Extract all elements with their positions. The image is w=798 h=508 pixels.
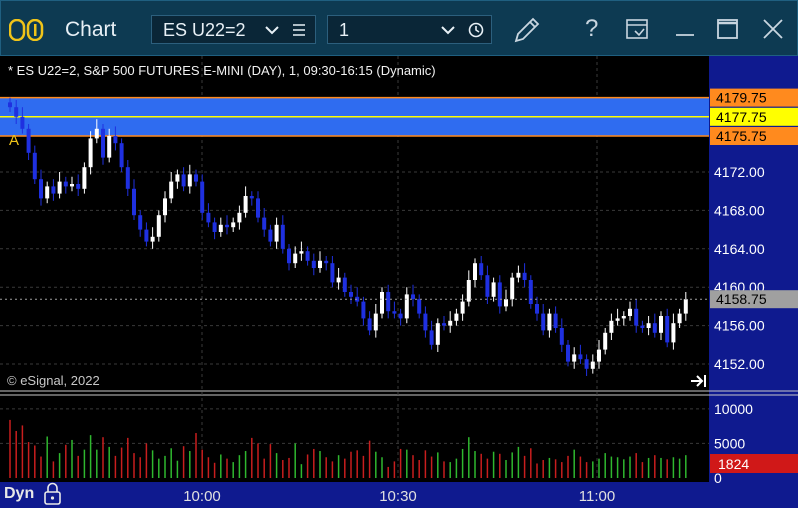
svg-text:4175.75: 4175.75 <box>716 128 767 144</box>
candle <box>119 138 124 172</box>
price-tick-label: 4172.00 <box>714 164 765 180</box>
svg-text:1824: 1824 <box>718 456 749 472</box>
price-axis-panel <box>709 56 798 396</box>
chevron-down-icon[interactable] <box>440 24 456 36</box>
chevron-down-icon[interactable] <box>264 24 280 36</box>
title-bar: Chart ES U22=2 1 ? <box>0 0 798 56</box>
app-logo-icon <box>9 19 44 41</box>
close-icon[interactable] <box>761 17 785 41</box>
symbol-value: ES U22=2 <box>163 20 246 40</box>
interval-value: 1 <box>339 20 350 40</box>
price-tick-label: 4152.00 <box>714 356 765 372</box>
clock-icon[interactable] <box>468 22 484 38</box>
candle <box>528 275 533 309</box>
time-tick-label: 11:00 <box>579 488 615 505</box>
time-tick-label: 10:00 <box>183 488 221 505</box>
price-chart[interactable]: A 4172.004168.004164.004160.004156.00415… <box>0 56 798 508</box>
last-price-label: 4158.75 <box>710 290 798 309</box>
copyright-text: © eSignal, 2022 <box>7 373 100 388</box>
symbol-selector[interactable]: ES U22=2 <box>151 15 316 44</box>
dynamic-mode-label[interactable]: Dyn <box>4 485 34 503</box>
volume-tick-label: 10000 <box>714 401 753 417</box>
band-lower-price-label: 4175.75 <box>710 127 798 145</box>
price-tick-label: 4156.00 <box>714 318 765 334</box>
svg-text:4177.75: 4177.75 <box>716 109 767 125</box>
window-options-icon[interactable] <box>625 17 651 43</box>
price-tick-label: 4168.00 <box>714 202 765 218</box>
chart-marker[interactable]: A <box>9 132 19 149</box>
chart-title: * ES U22=2, S&P 500 FUTURES E-MINI (DAY)… <box>8 63 436 78</box>
band-upper-price-label: 4179.75 <box>710 88 798 107</box>
volume-tick-label: 5000 <box>714 435 745 451</box>
interval-selector[interactable]: 1 <box>327 15 492 44</box>
band-mid-price-label: 4177.75 <box>710 107 798 126</box>
window-title: Chart <box>65 18 117 41</box>
svg-text:4158.75: 4158.75 <box>716 291 767 307</box>
list-menu-icon[interactable] <box>292 23 306 37</box>
draw-pencil-icon[interactable] <box>511 14 543 46</box>
price-tick-label: 4164.00 <box>714 241 765 257</box>
maximize-icon[interactable] <box>716 18 740 42</box>
price-band[interactable] <box>0 96 709 137</box>
help-button[interactable]: ? <box>585 15 598 43</box>
time-tick-label: 10:30 <box>379 488 417 505</box>
last-volume-label: 1824 <box>710 454 798 473</box>
minimize-icon[interactable] <box>673 15 697 39</box>
svg-text:4179.75: 4179.75 <box>716 90 767 106</box>
